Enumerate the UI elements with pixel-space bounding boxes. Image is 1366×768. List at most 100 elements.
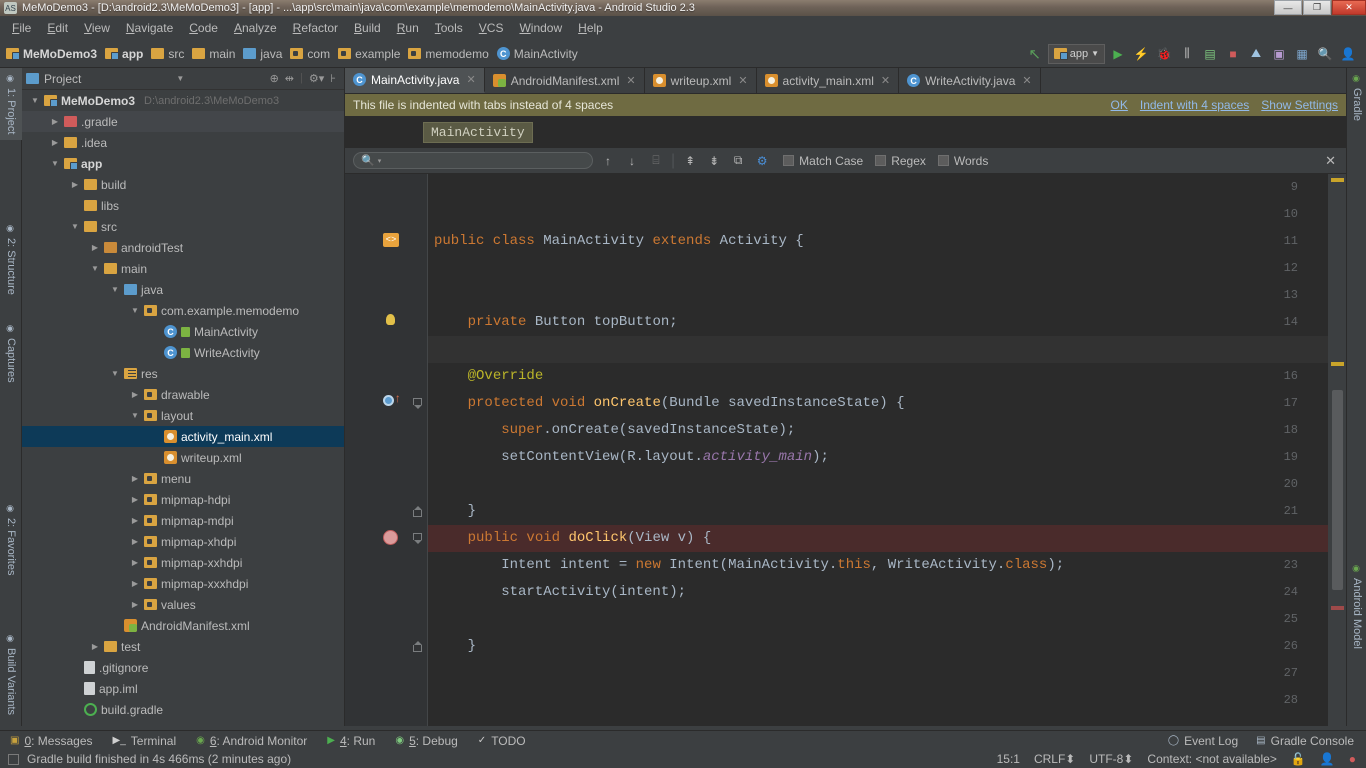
- tree-node-build[interactable]: ▶ build: [22, 174, 344, 195]
- tree-node-mipmap-hdpi[interactable]: ▶ mipmap-hdpi: [22, 489, 344, 510]
- menu-item-navigate[interactable]: Navigate: [118, 18, 181, 38]
- regex-checkbox[interactable]: [875, 155, 887, 166]
- tree-node-androidmanifest-xml[interactable]: AndroidManifest.xml: [22, 615, 344, 636]
- hide-panel-icon[interactable]: ⊦: [330, 72, 336, 85]
- code-line[interactable]: [428, 336, 1328, 363]
- chevron-right-icon[interactable]: ▶: [90, 243, 100, 252]
- tree-node-com-example-memodemo[interactable]: ▼ com.example.memodemo: [22, 300, 344, 321]
- editor-tab-androidmanifest-xml[interactable]: AndroidManifest.xml ✕: [484, 68, 645, 93]
- breakpoint-icon[interactable]: [383, 530, 400, 547]
- debug-icon[interactable]: 🐞: [1154, 44, 1174, 64]
- fold-region-down-icon[interactable]: [413, 398, 424, 409]
- filter-settings-icon[interactable]: ⚙: [753, 152, 771, 170]
- run-icon[interactable]: ▶: [1108, 44, 1128, 64]
- editor-scrollbar[interactable]: [1328, 174, 1346, 726]
- attach-debugger-icon[interactable]: ▤: [1200, 44, 1220, 64]
- menu-item-window[interactable]: Window: [511, 18, 570, 38]
- back-icon[interactable]: ↖: [1025, 44, 1045, 64]
- chevron-down-icon[interactable]: ▼: [110, 285, 120, 294]
- fold-region-down-icon[interactable]: [413, 533, 424, 544]
- close-button[interactable]: ✕: [1332, 0, 1366, 15]
- user-icon[interactable]: 👤: [1338, 44, 1358, 64]
- menu-item-view[interactable]: View: [76, 18, 118, 38]
- bottom-tab-0-messages[interactable]: ▣ 0: Messages: [10, 734, 93, 748]
- window-controls[interactable]: — ❐ ✕: [1274, 0, 1366, 16]
- chevron-right-icon[interactable]: ▶: [90, 642, 100, 651]
- close-tab-icon[interactable]: ✕: [738, 74, 747, 87]
- menu-item-tools[interactable]: Tools: [427, 18, 471, 38]
- close-tab-icon[interactable]: ✕: [466, 73, 475, 86]
- words-option[interactable]: Words: [937, 154, 988, 168]
- file-encoding[interactable]: UTF-8⬍: [1089, 752, 1133, 766]
- caret-position[interactable]: 15:1: [997, 752, 1020, 766]
- code-line[interactable]: [428, 471, 1328, 498]
- editor-tab-writeup-xml[interactable]: writeup.xml ✕: [644, 68, 757, 93]
- bottom-tab-gradle-console[interactable]: ▤ Gradle Console: [1256, 734, 1354, 748]
- warning-marker[interactable]: [1331, 178, 1344, 182]
- fold-region-up-icon[interactable]: [413, 506, 424, 517]
- tree-node-libs[interactable]: libs: [22, 195, 344, 216]
- sdk-manager-icon[interactable]: ⛰: [1246, 44, 1266, 64]
- menu-item-refactor[interactable]: Refactor: [285, 18, 346, 38]
- chevron-down-icon[interactable]: ▼: [90, 264, 100, 273]
- tree-node-activity-main-xml[interactable]: activity_main.xml: [22, 426, 344, 447]
- chevron-down-icon[interactable]: ▼: [50, 159, 60, 168]
- warning-marker[interactable]: [1331, 362, 1344, 366]
- tree-node-build-gradle[interactable]: build.gradle: [22, 699, 344, 720]
- breadcrumb-src[interactable]: src: [149, 45, 190, 63]
- code-line[interactable]: setContentView(R.layout.activity_main);: [428, 444, 1328, 471]
- code-line[interactable]: Intent intent = new Intent(MainActivity.…: [428, 552, 1328, 579]
- find-previous-icon[interactable]: ↑: [599, 152, 617, 170]
- tool-tab-android-model[interactable]: ◉ Android Model: [1347, 558, 1366, 655]
- close-tab-icon[interactable]: ✕: [881, 74, 890, 87]
- code-line[interactable]: public class MainActivity extends Activi…: [428, 228, 1328, 255]
- chevron-down-icon[interactable]: ▼: [30, 96, 40, 105]
- code-line[interactable]: [428, 660, 1328, 687]
- editor-tab-writeactivity-java[interactable]: C WriteActivity.java ✕: [899, 68, 1041, 93]
- chevron-right-icon[interactable]: ▶: [130, 537, 140, 546]
- code-line[interactable]: protected void onCreate(Bundle savedInst…: [428, 390, 1328, 417]
- expand-collapse-icon[interactable]: ⇹: [285, 72, 294, 85]
- code-line[interactable]: [428, 255, 1328, 282]
- words-checkbox[interactable]: [937, 155, 949, 166]
- chevron-down-icon[interactable]: ▼: [70, 222, 80, 231]
- search-icon[interactable]: 🔍: [1315, 44, 1335, 64]
- tree-node-gitignore[interactable]: .gitignore: [22, 657, 344, 678]
- close-tab-icon[interactable]: ✕: [1022, 74, 1031, 87]
- run-configuration-selector[interactable]: app ▼: [1047, 43, 1105, 64]
- bottom-tab-5-debug[interactable]: ◉ 5: Debug: [395, 734, 457, 748]
- code-line[interactable]: @Override: [428, 363, 1328, 390]
- regex-option[interactable]: Regex: [875, 154, 926, 168]
- stop-icon[interactable]: ■: [1223, 44, 1243, 64]
- tree-node-values[interactable]: ▶ values: [22, 594, 344, 615]
- menu-item-edit[interactable]: Edit: [39, 18, 76, 38]
- editor-tab-activity-main-xml[interactable]: activity_main.xml ✕: [756, 68, 900, 93]
- menu-item-build[interactable]: Build: [346, 18, 389, 38]
- chevron-right-icon[interactable]: ▶: [130, 474, 140, 483]
- tree-node-app[interactable]: ▼ app: [22, 153, 344, 174]
- tool-tab-captures[interactable]: ◉ Captures: [0, 318, 22, 389]
- code-text[interactable]: public class MainActivity extends Activi…: [428, 174, 1328, 726]
- tree-node-layout[interactable]: ▼ layout: [22, 405, 344, 426]
- code-line[interactable]: [428, 687, 1328, 714]
- breadcrumb-example[interactable]: example: [336, 45, 406, 63]
- chevron-right-icon[interactable]: ▶: [50, 138, 60, 147]
- android-class-icon[interactable]: <>: [383, 233, 400, 250]
- menu-item-file[interactable]: File: [4, 18, 39, 38]
- chevron-right-icon[interactable]: ▶: [130, 516, 140, 525]
- breadcrumb-mainactivity[interactable]: C MainActivity: [495, 45, 584, 63]
- code-line[interactable]: super.onCreate(savedInstanceState);: [428, 417, 1328, 444]
- avd-manager-icon[interactable]: ▣: [1269, 44, 1289, 64]
- code-line[interactable]: }: [428, 498, 1328, 525]
- project-tree[interactable]: ▼ MeMoDemo3 D:\android2.3\MeMoDemo3 ▶ .gradl…: [22, 90, 344, 726]
- maximize-button[interactable]: ❐: [1303, 0, 1331, 15]
- tree-node-test[interactable]: ▶ test: [22, 636, 344, 657]
- chevron-right-icon[interactable]: ▶: [130, 558, 140, 567]
- code-line[interactable]: [428, 201, 1328, 228]
- scrollbar-thumb[interactable]: [1332, 390, 1343, 590]
- tree-node-app-iml[interactable]: app.iml: [22, 678, 344, 699]
- notification-link-show-settings[interactable]: Show Settings: [1261, 98, 1338, 112]
- chevron-right-icon[interactable]: ▶: [70, 180, 80, 189]
- profile-icon[interactable]: ⫼: [1177, 44, 1197, 64]
- editor-tab-mainactivity-java[interactable]: C MainActivity.java ✕: [345, 68, 485, 93]
